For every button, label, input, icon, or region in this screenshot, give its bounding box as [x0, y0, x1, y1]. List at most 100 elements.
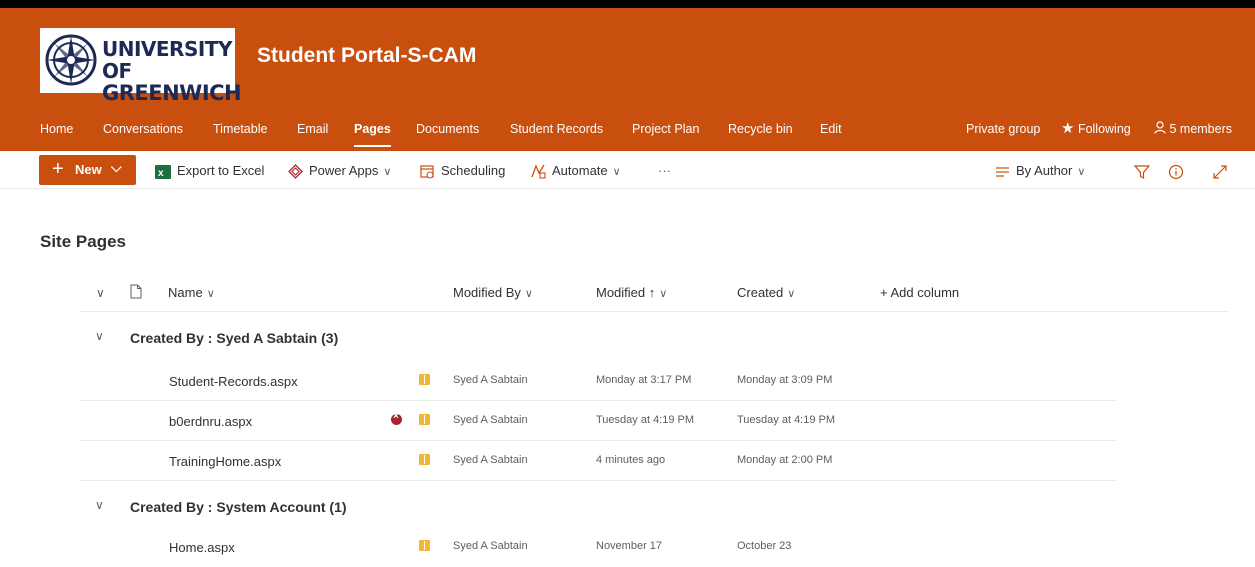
table-row[interactable]: Student-Records.aspx Syed A Sabtain Mond…	[80, 361, 1116, 401]
modified-cell: 4 minutes ago	[596, 454, 666, 466]
nav-item-student-records[interactable]: Student Records	[510, 118, 603, 150]
chevron-down-icon: ∨	[524, 288, 533, 300]
file-name-link[interactable]: b0erdnru.aspx	[169, 414, 252, 429]
site-navigation: Home Conversations Timetable Email Pages…	[0, 118, 1255, 150]
page-book-icon	[419, 374, 430, 385]
members-label: 5 members	[1169, 122, 1233, 136]
file-type-header[interactable]	[130, 281, 142, 305]
power-apps-icon	[288, 164, 303, 179]
power-apps-button[interactable]: Power Apps ∨	[288, 161, 391, 181]
nav-item-edit[interactable]: Edit	[820, 118, 842, 150]
expand-button[interactable]	[1212, 161, 1228, 181]
chevron-down-icon: ⌵	[111, 159, 122, 175]
expand-icon	[1213, 164, 1227, 179]
nav-item-timetable[interactable]: Timetable	[213, 118, 267, 150]
nav-item-project-plan[interactable]: Project Plan	[632, 118, 699, 150]
page-book-icon	[419, 454, 430, 465]
modified-header-label: Modified ↑	[596, 285, 656, 300]
chevron-down-icon: ∨	[612, 166, 621, 178]
privacy-label: Private group	[966, 122, 1041, 136]
table-row[interactable]: b0erdnru.aspx Syed A Sabtain Tuesday at …	[80, 401, 1116, 441]
logo-line-1: UNIVERSITY OF	[102, 37, 232, 83]
created-cell: Tuesday at 4:19 PM	[737, 414, 836, 426]
modified-cell: November 17	[596, 540, 663, 552]
add-column-button[interactable]: + Add column	[880, 281, 959, 305]
power-apps-label: Power Apps	[309, 163, 379, 178]
automate-button[interactable]: Automate ∨	[530, 161, 621, 181]
follow-label: Following	[1077, 122, 1131, 136]
nav-item-pages[interactable]: Pages	[354, 118, 391, 150]
site-header: UNIVERSITY OF GREENWICH Student Portal-S…	[0, 8, 1255, 151]
compass-rose-icon	[45, 34, 97, 86]
created-cell: October 23	[737, 540, 792, 552]
select-all-toggle[interactable]: ∨	[96, 281, 105, 305]
export-label: Export to Excel	[177, 163, 265, 178]
excel-icon: x	[155, 164, 171, 179]
automate-flow-icon	[531, 164, 546, 179]
chevron-down-icon: ∨	[659, 288, 668, 300]
page-book-icon	[419, 540, 430, 551]
header-divider	[80, 311, 1228, 312]
chevron-down-icon[interactable]: ∨	[95, 498, 104, 512]
modified-by-cell: Syed A Sabtain	[453, 540, 528, 552]
export-to-excel-button[interactable]: x Export to Excel	[155, 161, 264, 181]
modified-by-cell: Syed A Sabtain	[453, 454, 528, 466]
chevron-down-icon: ∨	[96, 286, 105, 300]
column-header-created[interactable]: Created ∨	[737, 281, 795, 305]
nav-item-recycle-bin[interactable]: Recycle bin	[728, 118, 793, 150]
document-icon	[130, 284, 142, 299]
filter-icon	[1133, 164, 1151, 179]
chevron-down-icon: ∨	[383, 166, 392, 178]
modified-by-cell: Syed A Sabtain	[453, 414, 528, 426]
chevron-down-icon: ∨	[1077, 166, 1086, 178]
file-name-link[interactable]: Student-Records.aspx	[169, 374, 298, 389]
modified-cell: Monday at 3:17 PM	[596, 374, 692, 386]
name-header-label: Name	[168, 285, 203, 300]
modified-by-cell: Syed A Sabtain	[453, 374, 528, 386]
top-black-bar	[0, 0, 1255, 8]
chevron-down-icon[interactable]: ∨	[95, 329, 104, 343]
created-header-label: Created	[737, 285, 784, 300]
new-button[interactable]: + New ⌵	[39, 155, 136, 185]
group-title: Created By : System Account (1)	[130, 499, 347, 515]
page-book-icon	[419, 414, 430, 425]
plus-icon: +	[52, 158, 64, 180]
file-name-link[interactable]: TrainingHome.aspx	[169, 454, 281, 469]
column-header-modified-by[interactable]: Modified By ∨	[453, 281, 533, 305]
view-label: By Author	[1016, 163, 1073, 178]
calendar-icon	[420, 165, 434, 179]
star-icon: ★	[1061, 120, 1075, 137]
view-switcher-button[interactable]: By Author ∨	[995, 161, 1085, 181]
follow-button[interactable]: ★ Following	[1061, 118, 1131, 150]
table-row[interactable]: TrainingHome.aspx Syed A Sabtain 4 minut…	[80, 441, 1116, 481]
scheduling-label: Scheduling	[441, 163, 506, 178]
created-cell: Monday at 2:00 PM	[737, 454, 833, 466]
command-bar: + New ⌵ x Export to Excel Power Apps ∨ Sc…	[0, 151, 1255, 189]
created-cell: Monday at 3:09 PM	[737, 374, 833, 386]
svg-text:x: x	[158, 168, 164, 179]
nav-item-documents[interactable]: Documents	[416, 118, 479, 150]
nav-item-home[interactable]: Home	[40, 118, 73, 150]
nav-item-email[interactable]: Email	[297, 118, 328, 150]
column-header-modified[interactable]: Modified ↑ ∨	[596, 281, 667, 305]
filter-button[interactable]	[1133, 161, 1151, 181]
members-button[interactable]: 5 members	[1154, 118, 1232, 150]
column-header-name[interactable]: Name ∨	[168, 281, 215, 305]
info-button[interactable]	[1168, 161, 1184, 181]
table-row[interactable]: Home.aspx Syed A Sabtain November 17 Oct…	[80, 527, 1116, 567]
scheduling-button[interactable]: Scheduling	[420, 161, 505, 181]
file-name-link[interactable]: Home.aspx	[169, 540, 235, 555]
view-lines-icon	[996, 166, 1009, 177]
group-header[interactable]: ∨ Created By : Syed A Sabtain (3)	[80, 313, 1120, 363]
error-status-icon[interactable]	[391, 411, 402, 425]
automate-label: Automate	[552, 163, 608, 178]
chevron-down-icon: ∨	[787, 288, 796, 300]
site-title[interactable]: Student Portal-S-CAM	[257, 44, 476, 68]
university-logo[interactable]: UNIVERSITY OF GREENWICH	[40, 28, 242, 104]
more-options-button[interactable]: ···	[658, 161, 671, 181]
nav-item-conversations[interactable]: Conversations	[103, 118, 183, 150]
new-label: New	[75, 162, 102, 177]
modified-cell: Tuesday at 4:19 PM	[596, 414, 695, 426]
chevron-down-icon: ∨	[206, 288, 215, 300]
group-header[interactable]: ∨ Created By : System Account (1)	[80, 482, 1120, 532]
